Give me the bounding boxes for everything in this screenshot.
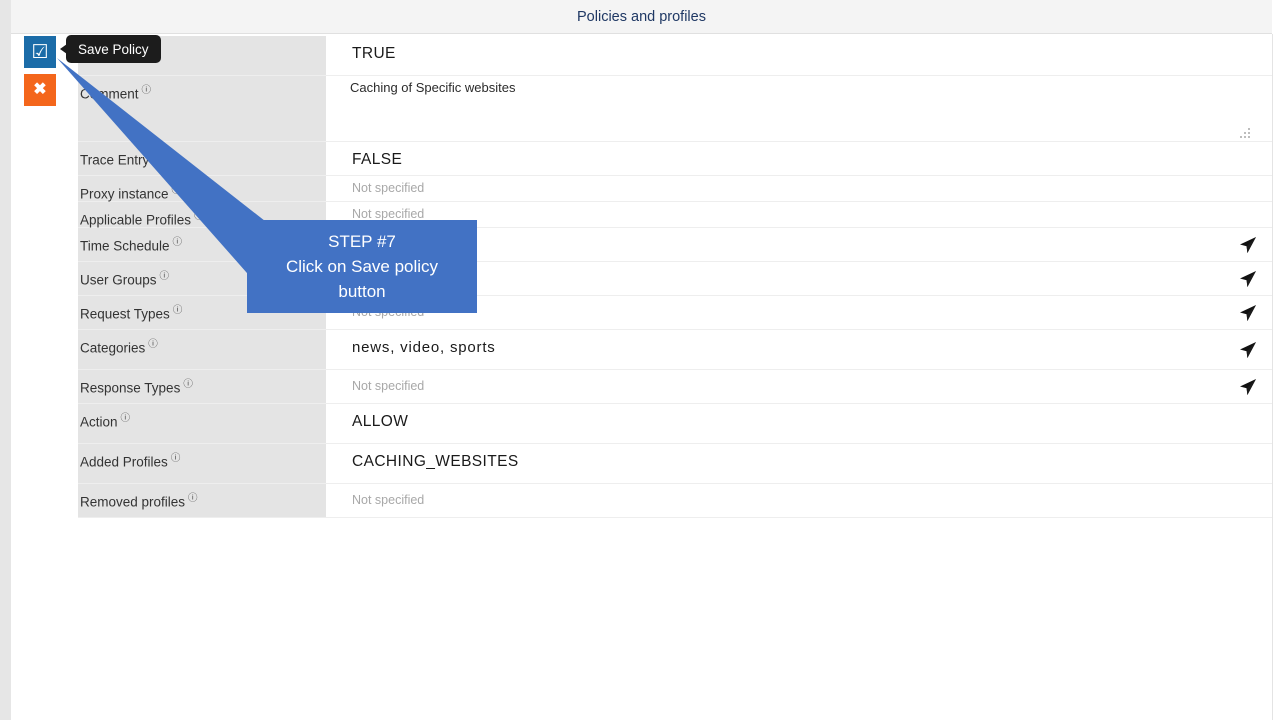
field-value-cell[interactable]: CACHING_WEBSITES bbox=[326, 444, 1272, 483]
info-icon[interactable]: ⓘ bbox=[160, 271, 170, 282]
field-label-text: Categories bbox=[80, 340, 146, 356]
textarea-resize-handle[interactable] bbox=[1240, 128, 1250, 138]
info-icon[interactable]: ⓘ bbox=[194, 211, 204, 222]
send-icon[interactable] bbox=[1238, 269, 1258, 289]
field-value-cell[interactable]: Caching of Specific websites bbox=[326, 76, 1272, 141]
field-label-text: Added Profiles bbox=[80, 454, 168, 470]
field-value-text: Not specified bbox=[352, 379, 425, 393]
field-value-cell[interactable]: Not specified bbox=[326, 176, 1272, 201]
info-icon[interactable]: ⓘ bbox=[142, 85, 152, 96]
send-icon[interactable] bbox=[1238, 303, 1258, 323]
table-row: Removed profiles ⓘ Not specified bbox=[78, 484, 1272, 518]
close-x-icon: ✖ bbox=[33, 81, 47, 98]
table-row: Trace Entry ⓘ FALSE bbox=[78, 142, 1272, 176]
field-value-text: FALSE bbox=[352, 151, 403, 168]
info-icon[interactable]: ⓘ bbox=[148, 339, 158, 350]
field-label: Comment ⓘ bbox=[78, 76, 326, 141]
info-icon[interactable]: ⓘ bbox=[183, 379, 193, 390]
info-icon[interactable]: ⓘ bbox=[172, 185, 182, 196]
content-right-fill bbox=[1273, 0, 1280, 720]
field-label-text: User Groups bbox=[80, 272, 157, 288]
field-label-text: Time Schedule bbox=[80, 238, 170, 254]
table-row: Proxy instance ⓘ Not specified bbox=[78, 176, 1272, 202]
annotation-line-3: button bbox=[338, 282, 386, 301]
field-label-text: Request Types bbox=[80, 306, 170, 322]
field-value-text: ALLOW bbox=[352, 413, 409, 430]
policy-editor-page: Policies and profiles TRUE Comment ⓘ Cachin… bbox=[0, 0, 1280, 720]
window-header-bar: Policies and profiles bbox=[11, 0, 1272, 34]
field-label: Added Profiles ⓘ bbox=[78, 444, 326, 483]
annotation-line-2: Click on Save policy bbox=[285, 257, 439, 276]
field-label-text: Action bbox=[80, 414, 118, 430]
field-label: Trace Entry ⓘ bbox=[78, 142, 326, 175]
table-row: Response Types ⓘ Not specified bbox=[78, 370, 1272, 404]
field-value-text: Not specified bbox=[352, 181, 425, 195]
field-label-text: Comment bbox=[80, 86, 139, 102]
field-value-text: CACHING_WEBSITES bbox=[352, 453, 519, 470]
annotation-line-1: STEP #7 bbox=[328, 232, 396, 251]
field-value-cell[interactable]: ALLOW bbox=[326, 404, 1272, 443]
info-icon[interactable]: ⓘ bbox=[171, 453, 181, 464]
info-icon[interactable]: ⓘ bbox=[173, 305, 183, 316]
checked-box-icon: ☑ bbox=[31, 41, 49, 63]
info-icon[interactable]: ⓘ bbox=[152, 151, 162, 162]
cancel-policy-button[interactable]: ✖ bbox=[24, 74, 56, 106]
field-label: Response Types ⓘ bbox=[78, 370, 326, 403]
field-value-cell[interactable]: Not specified bbox=[326, 484, 1272, 517]
send-icon[interactable] bbox=[1238, 235, 1258, 255]
save-policy-button[interactable]: ☑ bbox=[24, 36, 56, 68]
send-icon[interactable] bbox=[1238, 377, 1258, 397]
field-value-text: TRUE bbox=[352, 45, 396, 62]
field-label-text: Trace Entry bbox=[80, 152, 150, 168]
table-row: Comment ⓘ Caching of Specific websites bbox=[78, 76, 1272, 142]
field-value-text: Not specified bbox=[352, 493, 425, 507]
field-label-text: Applicable Profiles bbox=[80, 212, 192, 228]
table-row: Added Profiles ⓘ CACHING_WEBSITES bbox=[78, 444, 1272, 484]
info-icon[interactable]: ⓘ bbox=[121, 413, 131, 424]
field-value-text: Caching of Specific websites bbox=[350, 80, 516, 95]
field-value-text: Not specified bbox=[352, 207, 425, 221]
field-value-text: news, video, sports bbox=[352, 339, 496, 356]
info-icon[interactable]: ⓘ bbox=[173, 237, 183, 248]
page-title: Policies and profiles bbox=[577, 9, 706, 25]
info-icon[interactable]: ⓘ bbox=[188, 493, 198, 504]
field-value-cell[interactable]: Not specified bbox=[326, 370, 1272, 403]
field-label: Action ⓘ bbox=[78, 404, 326, 443]
field-label: Categories ⓘ bbox=[78, 330, 326, 369]
field-value-cell[interactable]: news, video, sports bbox=[326, 330, 1272, 369]
field-label: Proxy instance ⓘ bbox=[78, 176, 326, 202]
annotation-callout: STEP #7 Click on Save policy button bbox=[247, 220, 477, 313]
table-row: Action ⓘ ALLOW bbox=[78, 404, 1272, 444]
send-icon[interactable] bbox=[1238, 340, 1258, 360]
field-label-text: Response Types bbox=[80, 380, 181, 396]
tooltip-label: Save Policy bbox=[78, 41, 149, 57]
field-value-cell[interactable]: TRUE bbox=[326, 36, 1272, 75]
table-row: TRUE bbox=[78, 36, 1272, 76]
field-label: Removed profiles ⓘ bbox=[78, 484, 326, 517]
field-label-text: Proxy instance bbox=[80, 186, 169, 202]
save-policy-tooltip: Save Policy bbox=[60, 35, 161, 63]
field-value-cell[interactable]: FALSE bbox=[326, 142, 1272, 175]
left-gutter-strip bbox=[0, 0, 11, 720]
table-row: Categories ⓘ news, video, sports bbox=[78, 330, 1272, 370]
field-label-text: Removed profiles bbox=[80, 494, 186, 510]
